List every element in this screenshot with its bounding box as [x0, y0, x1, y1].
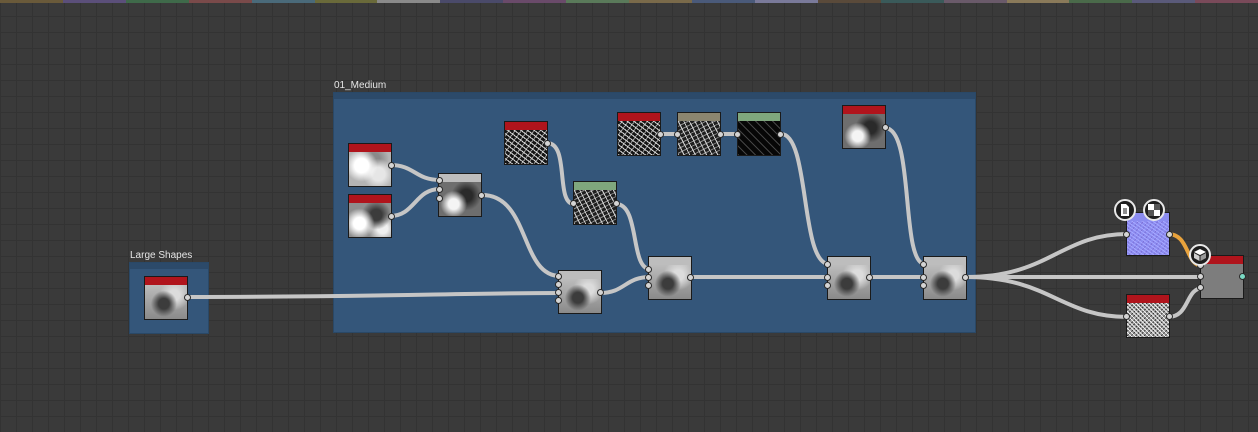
output-port[interactable] — [184, 294, 191, 301]
input-port[interactable] — [645, 266, 652, 273]
input-port[interactable] — [555, 273, 562, 280]
output-port[interactable] — [866, 274, 873, 281]
output-port[interactable] — [544, 140, 551, 147]
node-blend-4[interactable] — [827, 256, 871, 300]
link[interactable] — [883, 126, 927, 266]
output-port[interactable] — [388, 162, 395, 169]
input-port[interactable] — [734, 131, 741, 138]
input-port[interactable] — [645, 282, 652, 289]
node-cloud-1[interactable] — [348, 143, 392, 187]
output-port[interactable] — [777, 131, 784, 138]
input-port[interactable] — [920, 282, 927, 289]
output-port[interactable] — [597, 289, 604, 296]
input-port[interactable] — [824, 274, 831, 281]
node-blend-5[interactable] — [923, 256, 967, 300]
link[interactable] — [388, 187, 442, 218]
node-filter-tan[interactable] — [677, 112, 721, 156]
link[interactable] — [545, 141, 576, 206]
output-port[interactable] — [687, 274, 694, 281]
input-port[interactable] — [674, 131, 681, 138]
input-port[interactable] — [645, 274, 652, 281]
input-port[interactable] — [920, 274, 927, 281]
input-port[interactable] — [1123, 313, 1130, 320]
input-port[interactable] — [570, 200, 577, 207]
node-speckle-2[interactable] — [617, 112, 661, 156]
input-port[interactable] — [436, 177, 443, 184]
output-port[interactable] — [882, 124, 889, 131]
output-port[interactable] — [962, 274, 969, 281]
input-port[interactable] — [436, 195, 443, 202]
output-port[interactable] — [1166, 231, 1173, 238]
link[interactable] — [964, 232, 1130, 279]
output-port[interactable] — [1239, 273, 1246, 280]
input-port[interactable] — [555, 297, 562, 304]
input-port[interactable] — [1123, 231, 1130, 238]
output-port[interactable] — [1166, 313, 1173, 320]
output-port[interactable] — [613, 200, 620, 207]
link[interactable] — [779, 132, 831, 266]
link[interactable] — [598, 275, 652, 295]
input-port[interactable] — [555, 289, 562, 296]
input-port[interactable] — [555, 281, 562, 288]
node-levels-green-2[interactable] — [737, 112, 781, 156]
input-port[interactable] — [920, 261, 927, 268]
checker-icon[interactable] — [1143, 199, 1165, 221]
document-icon[interactable] — [1114, 199, 1136, 221]
input-port[interactable] — [824, 261, 831, 268]
input-port[interactable] — [1197, 273, 1204, 280]
node-blend-3[interactable] — [648, 256, 692, 300]
node-large-shapes-source[interactable] — [144, 276, 188, 320]
link-layer — [185, 126, 1205, 319]
link[interactable] — [480, 193, 562, 278]
link[interactable] — [964, 275, 1130, 319]
node-grunge-source[interactable] — [842, 105, 886, 149]
node-speckle-1[interactable] — [504, 121, 548, 165]
output-port[interactable] — [657, 131, 664, 138]
input-port[interactable] — [436, 186, 443, 193]
node-cloud-2[interactable] — [348, 194, 392, 238]
output-port[interactable] — [388, 213, 395, 220]
node-noise-source[interactable] — [1126, 294, 1170, 338]
link[interactable] — [185, 291, 562, 299]
cube-icon[interactable] — [1189, 244, 1211, 266]
output-port[interactable] — [478, 192, 485, 199]
input-port[interactable] — [824, 282, 831, 289]
node-blend-1[interactable] — [438, 173, 482, 217]
node-levels-green[interactable] — [573, 181, 617, 225]
output-port[interactable] — [717, 131, 724, 138]
link[interactable] — [1166, 286, 1205, 319]
link[interactable] — [388, 163, 442, 182]
input-port[interactable] — [1197, 284, 1204, 291]
link[interactable] — [614, 202, 652, 271]
node-blend-2[interactable] — [558, 270, 602, 314]
